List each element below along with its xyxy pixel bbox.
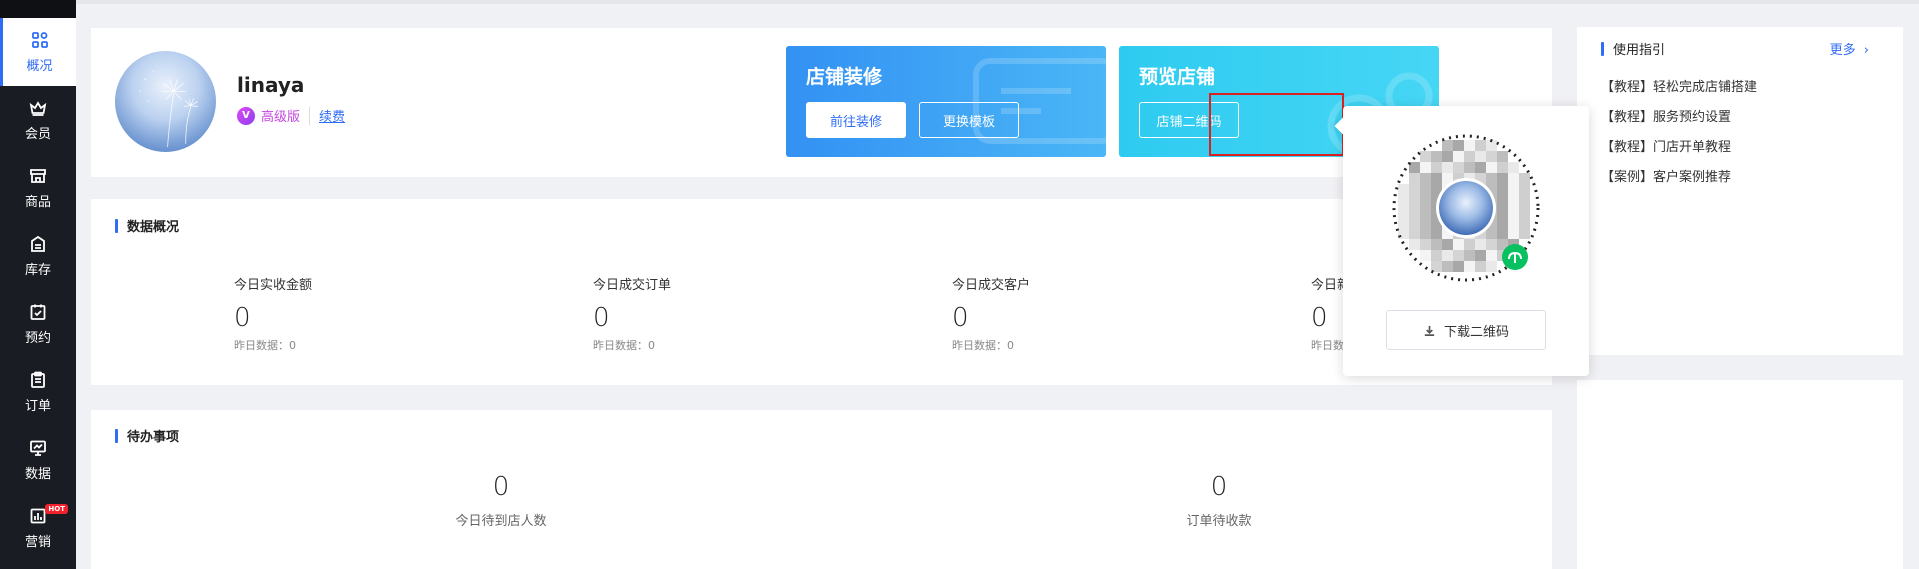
dandelion-image — [139, 70, 199, 147]
decorate-title: 店铺装修 — [806, 66, 883, 88]
shop-name: linaya — [237, 73, 305, 97]
todo-value: 0 — [1210, 472, 1228, 502]
store-icon — [30, 168, 46, 183]
qrcode-button-highlight — [1209, 93, 1344, 156]
sidebar-item-label: 概况 — [26, 58, 53, 74]
todo-label: 订单待收款 — [1186, 514, 1252, 529]
top-divider — [76, 0, 1919, 4]
clipboard-icon — [31, 371, 45, 388]
sidebar-item-inventory[interactable]: 库存 — [0, 222, 76, 290]
sidebar-item-label: 订单 — [24, 398, 51, 414]
stat-label: 今日成交客户 — [952, 278, 1031, 293]
sidebar-item-label: 商品 — [24, 194, 51, 210]
mini-program-qrcode — [1392, 134, 1540, 282]
calendar-check-icon — [30, 304, 46, 320]
guide-item[interactable]: 【教程】服务预约设置 — [1601, 106, 1731, 125]
sidebar-item-members[interactable]: 会员 — [0, 86, 76, 154]
stat-today-customers: 今日成交客户 0 昨日数据：0 — [952, 274, 1030, 353]
sidebar-item-marketing[interactable]: HOT 营销 — [0, 494, 76, 562]
todo-orders-unpaid[interactable]: 0 订单待收款 — [1109, 472, 1329, 529]
stat-yesterday: 昨日数据：0 — [593, 339, 655, 352]
goto-decorate-button[interactable]: 前往装修 — [806, 102, 906, 138]
vip-level-icon: V — [237, 106, 255, 125]
sidebar-item-label: 预约 — [24, 330, 51, 346]
sidebar-item-booking[interactable]: 预约 — [0, 290, 76, 358]
shop-avatar[interactable] — [115, 51, 216, 152]
usage-guide-card: 使用指引 更多 › 【教程】轻松完成店铺搭建 【教程】服务预约设置 【教程】门店… — [1577, 27, 1903, 355]
hot-badge: HOT — [45, 504, 68, 514]
chart-monitor-icon — [30, 440, 46, 456]
stat-value: 0 — [234, 303, 251, 333]
overview-icon — [31, 31, 48, 48]
stat-label: 今日成交订单 — [593, 278, 672, 293]
preview-title: 预览店铺 — [1139, 66, 1216, 88]
sidebar-item-label: 数据 — [24, 466, 51, 482]
guide-more-link[interactable]: 更多 › — [1830, 39, 1869, 58]
sidebar-item-data[interactable]: 数据 — [0, 426, 76, 494]
todo-card: 待办事项 0 今日待到店人数 0 订单待收款 — [91, 410, 1552, 569]
guide-title: 使用指引 — [1601, 39, 1665, 58]
sidebar-item-overview[interactable]: 概况 — [0, 18, 76, 86]
side-empty-card — [1577, 380, 1903, 569]
divider — [309, 106, 311, 125]
stat-yesterday: 昨日数据：0 — [234, 339, 296, 352]
stat-value: 0 — [593, 303, 610, 333]
data-overview-title: 数据概况 — [115, 216, 179, 235]
todo-title: 待办事项 — [115, 426, 179, 445]
shop-level: 高级版 — [261, 110, 301, 125]
guide-item[interactable]: 【案例】客户案例推荐 — [1601, 166, 1731, 185]
renew-link[interactable]: 续费 — [319, 106, 345, 125]
download-label: 下载二维码 — [1443, 324, 1509, 340]
sidebar-item-orders[interactable]: 订单 — [0, 358, 76, 426]
chevron-right-icon: › — [1863, 43, 1869, 58]
data-overview-card: 数据概况 今日实收金额 0 昨日数据：0 今日成交订单 0 昨日数据：0 今日成… — [91, 199, 1552, 385]
shop-decorate-panel: 店铺装修 前往装修 更换模板 — [786, 46, 1106, 157]
shop-level-row: V 高级版 续费 — [237, 106, 345, 125]
stat-today-revenue: 今日实收金额 0 昨日数据：0 — [234, 274, 312, 353]
todo-value: 0 — [492, 472, 510, 502]
stat-value: 0 — [952, 303, 969, 333]
qrcode-popover: 下载二维码 — [1334, 106, 1589, 376]
download-qrcode-button[interactable]: 下载二维码 — [1386, 310, 1546, 350]
guide-item[interactable]: 【教程】门店开单教程 — [1601, 136, 1731, 155]
sidebar-top-strip — [0, 0, 76, 18]
inventory-icon — [31, 235, 45, 252]
sidebar-item-label: 库存 — [24, 262, 51, 278]
stat-label: 今日实收金额 — [234, 278, 313, 293]
sidebar-item-label: 营销 — [24, 534, 51, 550]
marketing-icon — [30, 508, 46, 523]
todo-label: 今日待到店人数 — [455, 514, 547, 529]
stat-yesterday: 昨日数据：0 — [952, 339, 1014, 352]
change-template-button[interactable]: 更换模板 — [919, 102, 1019, 138]
download-icon — [1424, 325, 1435, 336]
sidebar-item-products[interactable]: 商品 — [0, 154, 76, 222]
sidebar: 概况 会员 商品 库存 预约 订单 数据 HOT 营销 — [0, 0, 76, 569]
sidebar-item-label: 会员 — [24, 126, 51, 142]
stat-today-orders: 今日成交订单 0 昨日数据：0 — [593, 274, 671, 353]
crown-icon — [29, 100, 47, 116]
guide-item[interactable]: 【教程】轻松完成店铺搭建 — [1601, 76, 1757, 95]
todo-today-visitors[interactable]: 0 今日待到店人数 — [391, 472, 611, 529]
more-label: 更多 — [1829, 43, 1856, 58]
